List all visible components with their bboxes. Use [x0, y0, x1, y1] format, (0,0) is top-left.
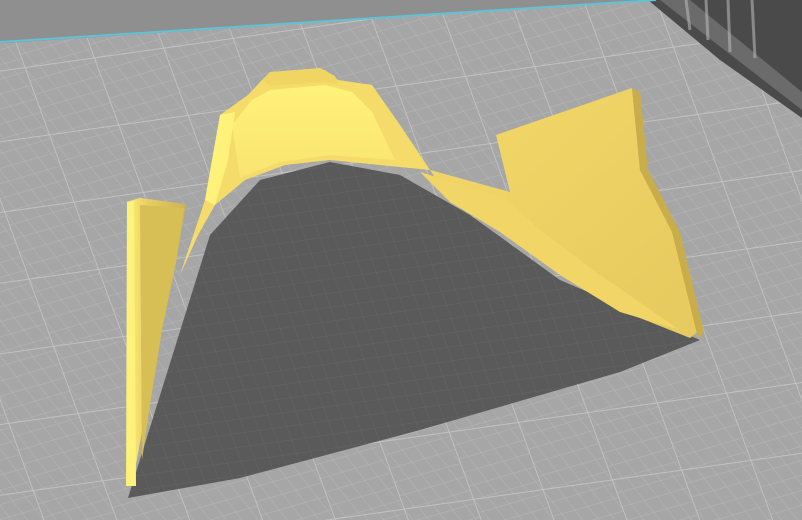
- 3d-viewport[interactable]: [0, 0, 802, 520]
- scene-canvas[interactable]: [0, 0, 802, 520]
